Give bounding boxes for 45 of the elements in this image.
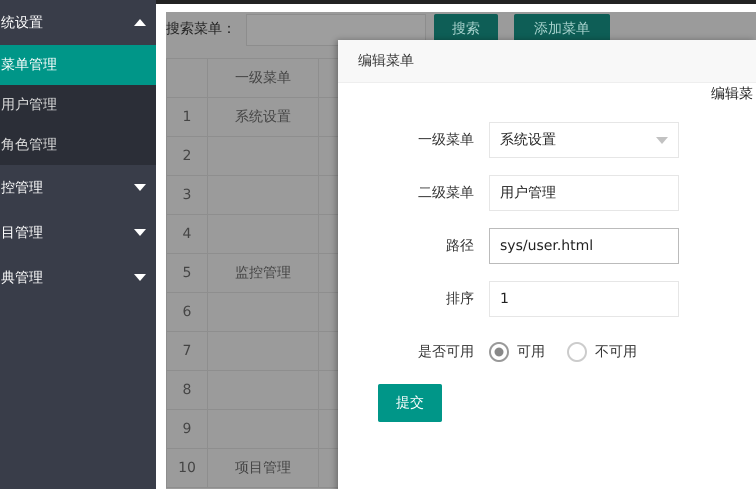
table-cell: 8 [166,370,208,410]
menu-group[interactable]: 统设置 [0,0,156,45]
table-cell: 7 [166,332,208,370]
radio-button[interactable] [489,342,509,362]
field-label: 二级菜单 [417,184,475,202]
radio-option[interactable]: 可用 [489,342,545,362]
table-cell: 6 [166,292,208,332]
table-cell: 4 [166,214,208,254]
menu-item[interactable]: 菜单管理 [0,45,156,85]
radio-button[interactable] [567,342,587,362]
table-cell: 2 [166,136,208,176]
menu-group[interactable]: 控管理 [0,165,156,210]
search-label: 搜索菜单： [166,20,236,39]
caret-icon [134,274,146,281]
menu-group[interactable]: 目管理 [0,210,156,255]
table-cell: 1 [166,98,208,136]
column-header [166,58,208,98]
radio-option[interactable]: 不可用 [567,342,637,362]
dialog-title: 编辑菜单 [338,40,756,83]
table-cell: 10 [166,448,208,488]
input-field[interactable]: 用户管理 [489,175,679,211]
select-field[interactable]: 系统设置 [489,122,679,158]
table-cell: 5 [166,254,208,292]
caret-icon [134,184,146,191]
field-label: 一级菜单 [417,131,475,149]
table-cell: 3 [166,176,208,214]
menu-group[interactable]: 典管理 [0,255,156,300]
menu-item[interactable]: 用户管理 [0,85,156,125]
column-header: 一级菜单 [208,58,318,98]
field-label: 排序 [445,290,475,308]
caret-icon [134,19,146,26]
dialog-heading: 编辑菜 [711,86,753,102]
input-field[interactable]: sys/user.html [489,228,679,264]
caret-icon [134,229,146,236]
table-cell: 项目管理 [208,448,318,488]
table-cell: 9 [166,410,208,448]
menu-item[interactable]: 角色管理 [0,125,156,165]
field-label: 是否可用 [417,343,475,361]
submit-button[interactable]: 提交 [378,384,442,422]
table-cell: 系统设置 [208,98,318,136]
caret-icon [656,136,668,144]
field-label: 路径 [445,237,475,255]
search-field[interactable] [246,14,426,46]
input-field[interactable]: 1 [489,281,679,317]
table-cell: 监控管理 [208,254,318,292]
